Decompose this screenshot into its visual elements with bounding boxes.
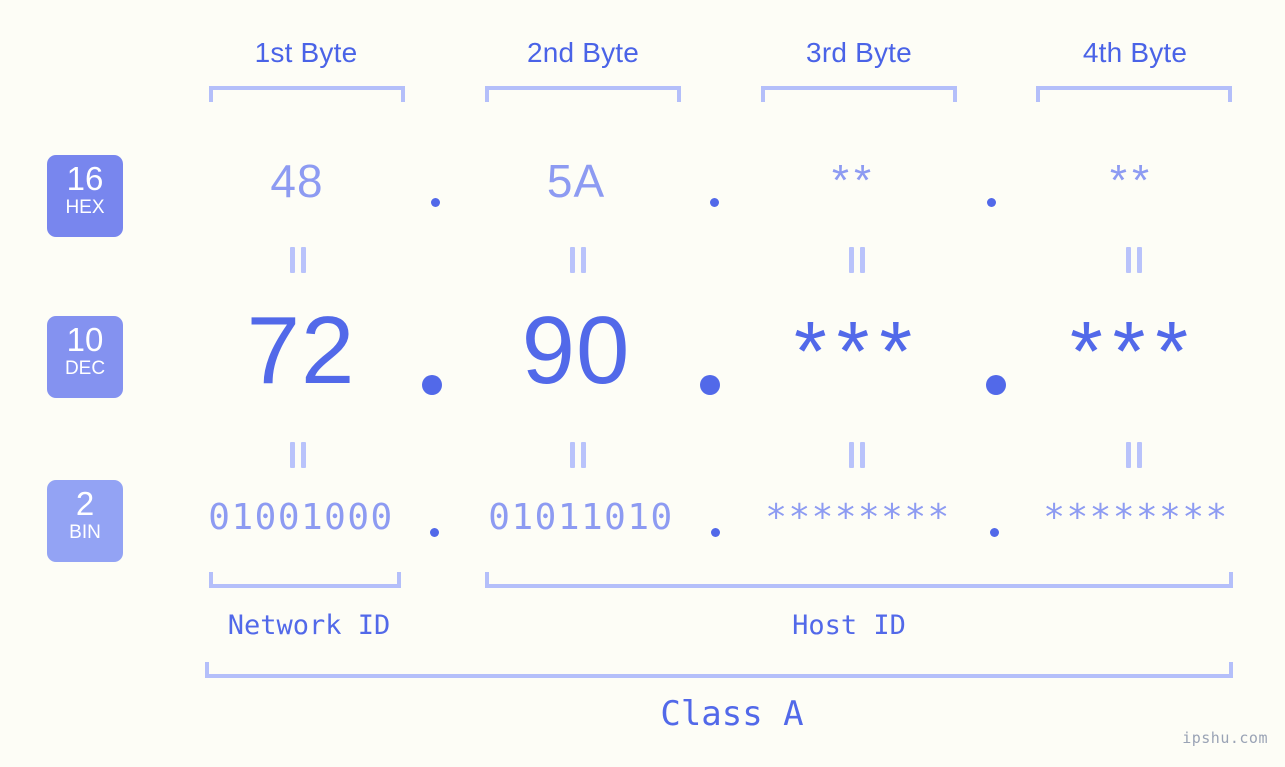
equals-connector-dec-bin-1 [290, 442, 308, 468]
network-id-label: Network ID [227, 610, 391, 641]
dec-byte-4-value: *** [1069, 304, 1199, 398]
hex-byte-1-value: 48 [270, 155, 324, 207]
dec-byte-3-value: *** [793, 304, 923, 398]
byte-2-header: 2nd Byte [526, 37, 640, 68]
equals-connector-dec-bin-3 [849, 442, 867, 468]
bin-separator-1 [430, 528, 439, 537]
dec-byte-2-value: 90 [521, 297, 631, 404]
byte-2-top-bracket [485, 86, 681, 102]
equals-connector-dec-bin-2 [570, 442, 588, 468]
byte-4-top-bracket [1036, 86, 1232, 102]
hex-separator-1 [431, 198, 440, 207]
base-badge-dec: 10 DEC [47, 316, 123, 398]
equals-connector-hex-dec-1 [290, 247, 308, 273]
equals-connector-hex-dec-4 [1126, 247, 1144, 273]
base-badge-bin-number: 2 [75, 485, 95, 522]
bin-byte-2-value: 01011010 [488, 497, 674, 538]
base-badge-bin-name: BIN [69, 522, 101, 543]
class-bracket [205, 662, 1233, 678]
hex-byte-2-value: 5A [546, 155, 606, 207]
dec-separator-3 [986, 375, 1006, 395]
dec-separator-1 [422, 375, 442, 395]
byte-3-header: 3rd Byte [806, 37, 912, 68]
network-id-bracket [209, 572, 401, 588]
hex-byte-4-value: ** [1109, 156, 1155, 205]
dec-separator-2 [700, 375, 720, 395]
site-watermark: ipshu.com [1182, 729, 1268, 747]
base-badge-bin: 2 BIN [47, 480, 123, 562]
base-badge-hex-name: HEX [65, 197, 105, 218]
bin-byte-1-value: 01001000 [208, 497, 394, 538]
host-id-label: Host ID [792, 610, 906, 641]
byte-1-top-bracket [209, 86, 405, 102]
dec-byte-1-value: 72 [246, 297, 356, 404]
base-badge-dec-number: 10 [66, 321, 104, 358]
base-badge-hex-number: 16 [66, 160, 104, 197]
hex-byte-3-value: ** [831, 156, 877, 205]
hex-separator-3 [987, 198, 996, 207]
ip-byte-breakdown-diagram: 1st Byte 2nd Byte 3rd Byte 4th Byte 16 H… [0, 0, 1285, 767]
hex-separator-2 [710, 198, 719, 207]
base-badge-dec-name: DEC [64, 358, 106, 379]
byte-1-header: 1st Byte [254, 37, 358, 68]
bin-byte-3-value: ******** [765, 497, 951, 538]
bin-separator-3 [990, 528, 999, 537]
equals-connector-dec-bin-4 [1126, 442, 1144, 468]
host-id-bracket [485, 572, 1233, 588]
bin-separator-2 [711, 528, 720, 537]
equals-connector-hex-dec-3 [849, 247, 867, 273]
byte-3-top-bracket [761, 86, 957, 102]
equals-connector-hex-dec-2 [570, 247, 588, 273]
class-label: Class A [660, 694, 804, 734]
bin-byte-4-value: ******** [1043, 497, 1229, 538]
byte-4-header: 4th Byte [1082, 37, 1188, 68]
base-badge-hex: 16 HEX [47, 155, 123, 237]
